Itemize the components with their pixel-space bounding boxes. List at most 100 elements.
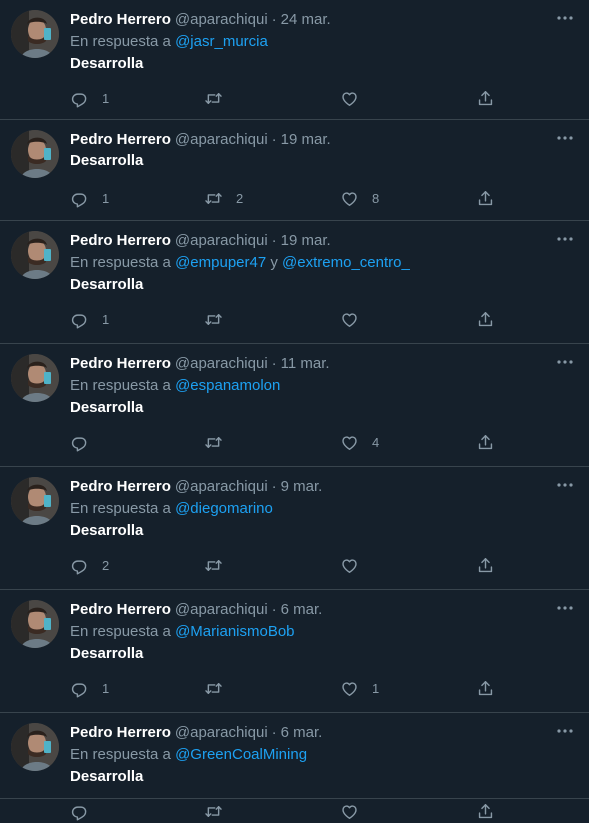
reply-icon bbox=[70, 679, 89, 698]
like-button[interactable]: 4 bbox=[340, 430, 382, 454]
author-name[interactable]: Pedro Herrero bbox=[70, 11, 171, 28]
like-button[interactable] bbox=[340, 86, 382, 110]
retweet-button[interactable] bbox=[204, 86, 246, 110]
avatar[interactable] bbox=[11, 600, 59, 648]
tweet-date[interactable]: 6 mar. bbox=[281, 601, 323, 618]
tweet-actions: 4 bbox=[70, 430, 589, 454]
avatar[interactable] bbox=[11, 723, 59, 771]
reply-button[interactable] bbox=[70, 430, 112, 454]
tweet-actions: 2 bbox=[70, 553, 589, 577]
share-button[interactable] bbox=[476, 553, 495, 577]
separator-dot: · bbox=[271, 10, 277, 28]
retweet-count: 2 bbox=[236, 190, 244, 206]
tweet[interactable]: Pedro Herrero @aparachiqui · 24 mar. En resp… bbox=[0, 0, 589, 120]
tweet-text: Desarrolla bbox=[70, 399, 144, 416]
author-handle[interactable]: @aparachiqui bbox=[175, 232, 268, 249]
more-options-button[interactable] bbox=[555, 353, 575, 367]
reply-button[interactable]: 1 bbox=[70, 186, 112, 210]
more-options-button[interactable] bbox=[555, 9, 575, 23]
tweet-header: Pedro Herrero @aparachiqui · 6 mar. bbox=[70, 721, 589, 743]
author-handle[interactable]: @aparachiqui bbox=[175, 724, 268, 741]
like-button[interactable]: 8 bbox=[340, 186, 382, 210]
tweet-header: Pedro Herrero @aparachiqui · 24 mar. bbox=[70, 8, 589, 30]
retweet-button[interactable] bbox=[204, 799, 246, 823]
tweet[interactable]: Pedro Herrero @aparachiqui · 11 mar. En resp… bbox=[0, 344, 589, 467]
author-name[interactable]: Pedro Herrero bbox=[70, 724, 171, 741]
retweet-button[interactable] bbox=[204, 553, 246, 577]
share-icon bbox=[476, 802, 495, 821]
reply-button[interactable]: 1 bbox=[70, 307, 112, 331]
tweet-date[interactable]: 6 mar. bbox=[281, 724, 323, 741]
mention-link[interactable]: @GreenCoalMining bbox=[175, 746, 307, 763]
tweet[interactable]: Pedro Herrero @aparachiqui · 9 mar. En respu… bbox=[0, 467, 589, 590]
avatar[interactable] bbox=[11, 130, 59, 178]
more-options-button[interactable] bbox=[555, 230, 575, 244]
author-name[interactable]: Pedro Herrero bbox=[70, 355, 171, 372]
author-handle[interactable]: @aparachiqui bbox=[175, 478, 268, 495]
share-icon bbox=[476, 556, 495, 575]
author-handle[interactable]: @aparachiqui bbox=[175, 355, 268, 372]
mention-link[interactable]: @diegomarino bbox=[175, 500, 273, 517]
author-handle[interactable]: @aparachiqui bbox=[175, 11, 268, 28]
author-name[interactable]: Pedro Herrero bbox=[70, 232, 171, 249]
author-name[interactable]: Pedro Herrero bbox=[70, 131, 171, 148]
mention-link[interactable]: @jasr_murcia bbox=[175, 33, 268, 50]
author-handle[interactable]: @aparachiqui bbox=[175, 131, 268, 148]
tweet[interactable]: Pedro Herrero @aparachiqui · 19 mar. En resp… bbox=[0, 221, 589, 344]
tweet-date[interactable]: 11 mar. bbox=[281, 355, 330, 372]
reply-count: 2 bbox=[102, 557, 110, 573]
mention-link[interactable]: @MarianismoBob bbox=[175, 623, 294, 640]
share-button[interactable] bbox=[476, 799, 495, 823]
share-icon bbox=[476, 89, 495, 108]
more-options-button[interactable] bbox=[555, 129, 575, 143]
like-button[interactable]: 1 bbox=[340, 676, 382, 700]
share-button[interactable] bbox=[476, 430, 495, 454]
reply-joiner: y bbox=[270, 254, 278, 271]
retweet-button[interactable] bbox=[204, 430, 246, 454]
more-options-button[interactable] bbox=[555, 476, 575, 490]
retweet-icon bbox=[204, 433, 223, 452]
like-count: 1 bbox=[372, 680, 380, 696]
share-button[interactable] bbox=[476, 307, 495, 331]
retweet-button[interactable] bbox=[204, 307, 246, 331]
tweet[interactable]: Pedro Herrero @aparachiqui · 6 mar. En respu… bbox=[0, 590, 589, 713]
avatar[interactable] bbox=[11, 354, 59, 402]
share-button[interactable] bbox=[476, 186, 495, 210]
reply-prefix: En respuesta a bbox=[70, 254, 171, 271]
tweet-header: Pedro Herrero @aparachiqui · 6 mar. bbox=[70, 598, 589, 620]
like-button[interactable] bbox=[340, 307, 382, 331]
avatar[interactable] bbox=[11, 10, 59, 58]
separator-dot: · bbox=[271, 354, 277, 372]
tweet-date[interactable]: 19 mar. bbox=[281, 232, 331, 249]
tweet-date[interactable]: 19 mar. bbox=[281, 131, 331, 148]
reply-button[interactable]: 1 bbox=[70, 676, 112, 700]
avatar[interactable] bbox=[11, 477, 59, 525]
like-button[interactable] bbox=[340, 799, 382, 823]
tweet[interactable]: Pedro Herrero @aparachiqui · 6 mar. En respu… bbox=[0, 713, 589, 821]
mention-link[interactable]: @extremo_centro_ bbox=[282, 254, 410, 271]
share-button[interactable] bbox=[476, 676, 495, 700]
retweet-button[interactable]: 2 bbox=[204, 186, 246, 210]
tweet[interactable]: Pedro Herrero @aparachiqui · 19 mar. Desarro… bbox=[0, 120, 589, 221]
share-icon bbox=[476, 433, 495, 452]
separator-dot: · bbox=[271, 600, 277, 618]
tweet-content: Pedro Herrero @aparachiqui · 24 mar. En resp… bbox=[70, 8, 589, 75]
mention-link[interactable]: @empuper47 bbox=[175, 254, 266, 271]
like-button[interactable] bbox=[340, 553, 382, 577]
retweet-button[interactable] bbox=[204, 676, 246, 700]
author-handle[interactable]: @aparachiqui bbox=[175, 601, 268, 618]
author-name[interactable]: Pedro Herrero bbox=[70, 601, 171, 618]
mention-link[interactable]: @espanamolon bbox=[175, 377, 280, 394]
reply-button[interactable]: 1 bbox=[70, 86, 112, 110]
avatar[interactable] bbox=[11, 231, 59, 279]
reply-button[interactable]: 2 bbox=[70, 553, 112, 577]
more-options-button[interactable] bbox=[555, 599, 575, 613]
tweet-date[interactable]: 9 mar. bbox=[281, 478, 323, 495]
tweet-date[interactable]: 24 mar. bbox=[281, 11, 331, 28]
author-name[interactable]: Pedro Herrero bbox=[70, 478, 171, 495]
share-button[interactable] bbox=[476, 86, 495, 110]
reply-icon bbox=[70, 802, 89, 821]
separator-dot: · bbox=[271, 231, 277, 249]
more-options-button[interactable] bbox=[555, 722, 575, 736]
reply-button[interactable] bbox=[70, 799, 112, 823]
